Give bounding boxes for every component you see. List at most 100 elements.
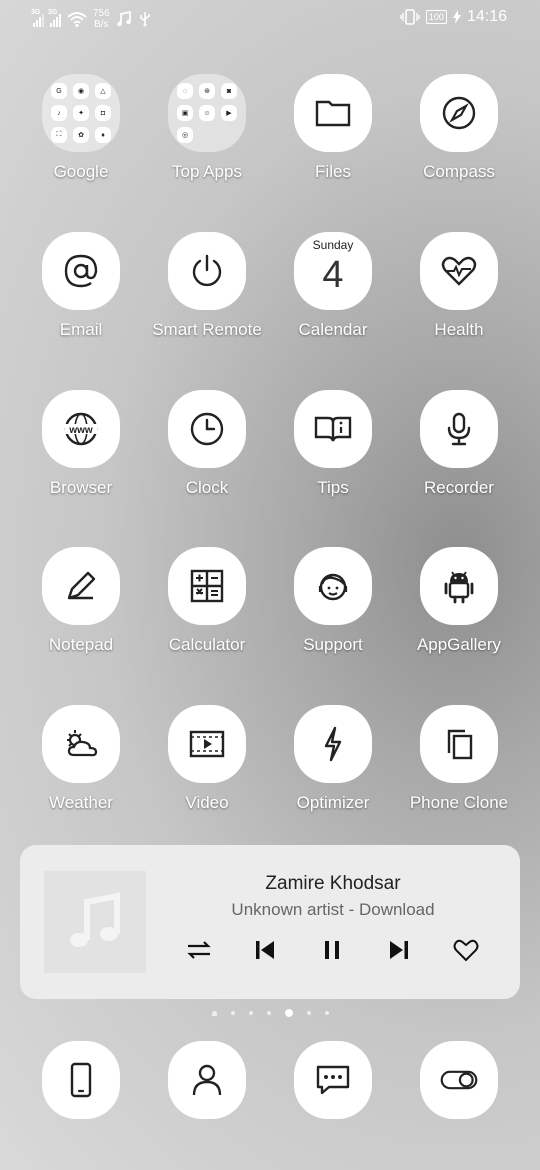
song-artist: Unknown artist - Download [231,900,435,919]
sun-cloud-icon [42,705,120,783]
app-health[interactable]: Health [396,232,522,340]
app-label: Video [185,793,229,812]
network-type-1: 3G [31,9,41,16]
app-notepad[interactable]: Notepad [18,547,144,655]
video-call-icon: ▶ [221,105,237,121]
app-clock[interactable]: Clock [144,390,270,498]
music-widget[interactable]: Zamire Khodsar Unknown artist - Download [20,845,520,999]
shuffle-button[interactable] [182,933,216,967]
dock-settings[interactable] [396,1041,522,1119]
app-top-apps-folder[interactable]: ◌ ⊛ ◙ ▣ ☺ ▶ ◎ Top Apps [144,74,270,182]
globe-www-icon: www [42,390,120,468]
top-apps-folder-icon: ◌ ⊛ ◙ ▣ ☺ ▶ ◎ [168,74,246,152]
app-label: Calculator [168,635,246,654]
phone-icon [42,1041,120,1119]
pause-icon [325,941,339,959]
music-note-icon [116,11,131,27]
app-label: Support [303,635,363,654]
app-weather[interactable]: Weather [18,705,144,813]
calculator-icon [168,547,246,625]
video-play-icon [168,705,246,783]
camera-icon: ◘ [95,105,111,121]
page-dot [230,1011,235,1015]
app-label: Optimizer [296,793,370,812]
app-label: Recorder [424,478,494,497]
app-compass[interactable]: Compass [396,74,522,182]
signal-icon: 3G [31,9,44,27]
status-bar-left: 3G 3G 756 B/s [31,8,152,30]
chrome-icon: ⊛ [199,83,215,99]
app-label: AppGallery [416,635,502,654]
previous-button[interactable] [248,933,282,967]
microphone-icon [420,390,498,468]
app-label: Files [315,162,351,181]
dock-messages[interactable] [270,1041,396,1119]
power-icon [168,232,246,310]
app-calendar[interactable]: Sunday 4 Calendar [270,232,396,340]
app-google-folder[interactable]: G ◉ △ ♪ ✦ ◘ ⛶ ✿ ♦ Google [18,74,144,182]
signal-icon: 3G [48,9,61,27]
network-speed: 756 B/s [93,8,110,30]
app-label: Email [59,320,103,339]
speed-value: 756 [93,8,110,19]
album-art [44,871,146,973]
page-indicator[interactable] [0,1009,540,1017]
messenger-icon: ◌ [177,83,193,99]
lightning-icon [294,705,372,783]
app-label: Browser [49,478,113,497]
pause-button[interactable] [315,933,349,967]
app-label: Google [53,162,109,181]
app-video[interactable]: Video [144,705,270,813]
app-browser[interactable]: www Browser [18,390,144,498]
status-bar: 3G 3G 756 B/s 100 14:16 [0,0,540,38]
at-sign-icon [42,232,120,310]
android-icon [420,547,498,625]
dock-phone[interactable] [18,1041,144,1119]
next-button[interactable] [382,933,416,967]
app-label: Phone Clone [409,793,509,812]
headset-person-icon [294,547,372,625]
heart-icon [453,939,479,962]
app-appgallery[interactable]: AppGallery [396,547,522,655]
page-dot [248,1011,253,1015]
app-tips[interactable]: Tips [270,390,396,498]
previous-icon [256,941,274,959]
next-icon [390,941,408,959]
drive-icon: △ [95,83,111,99]
copy-icon [420,705,498,783]
speed-unit: B/s [94,19,109,30]
app-label: Notepad [48,635,114,654]
page-dot-active [284,1009,293,1017]
status-bar-right: 100 14:16 [400,8,507,26]
app-email[interactable]: Email [18,232,144,340]
google-icon: G [51,83,67,99]
app-recorder[interactable]: Recorder [396,390,522,498]
song-title: Zamire Khodsar [265,873,401,894]
app-phone-clone[interactable]: Phone Clone [396,705,522,813]
app-optimizer[interactable]: Optimizer [270,705,396,813]
gallery-icon: ▣ [177,105,193,121]
clock-icon [168,390,246,468]
app-calculator[interactable]: Calculator [144,547,270,655]
home-page-dot [211,1010,217,1016]
app-label: Health [434,320,484,339]
app-label: Tips [317,478,349,497]
calendar-icon: Sunday 4 [294,232,372,310]
shuffle-icon [187,941,211,959]
app-smart-remote[interactable]: Smart Remote [144,232,270,340]
charging-icon [452,10,461,24]
toggle-icon [420,1041,498,1119]
chat-bubble-icon [294,1041,372,1119]
network-type-2: 3G [48,9,58,16]
page-dot [306,1011,311,1015]
book-info-icon [294,390,372,468]
music-note-icon: ♪ [51,105,67,121]
favorite-button[interactable] [449,933,483,967]
app-support[interactable]: Support [270,547,396,655]
dock-contacts[interactable] [144,1041,270,1119]
vibrate-icon [400,9,420,25]
calendar-day-name: Sunday [312,238,354,252]
app-files[interactable]: Files [270,74,396,182]
photos-icon: ✦ [73,105,89,121]
google-folder-icon: G ◉ △ ♪ ✦ ◘ ⛶ ✿ ♦ [42,74,120,152]
